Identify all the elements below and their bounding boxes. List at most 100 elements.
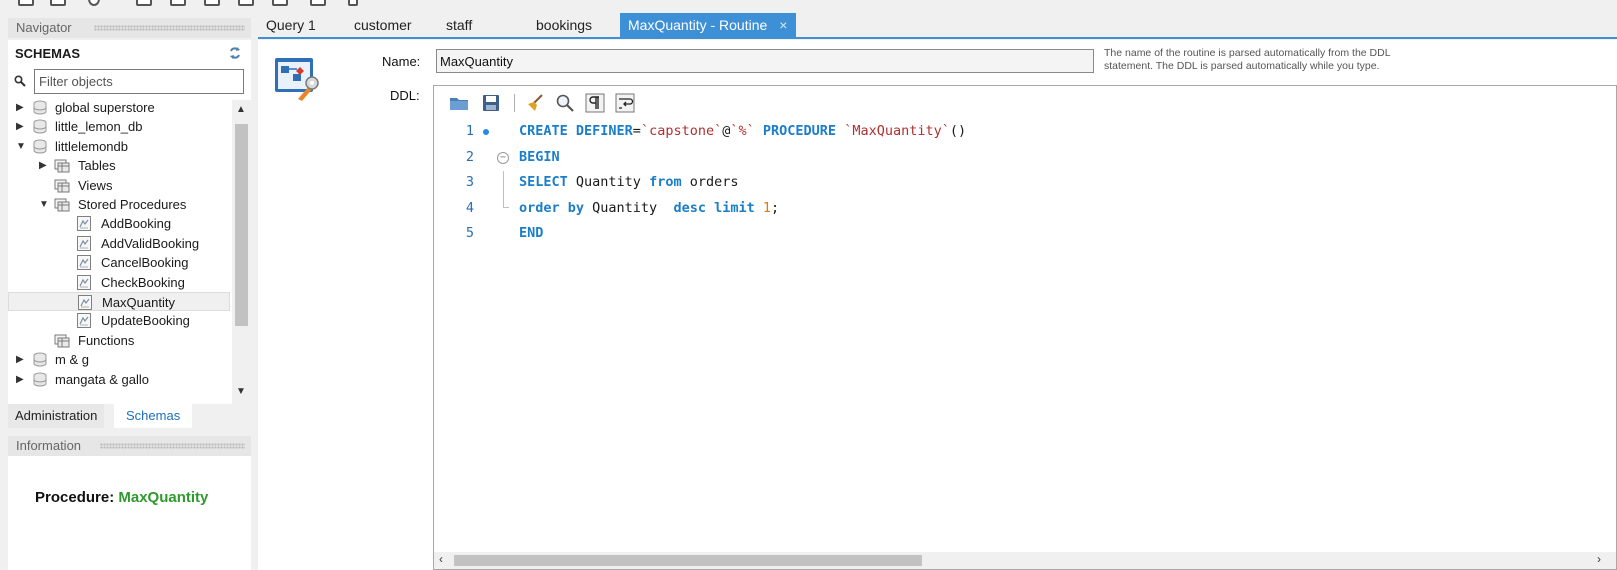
navigator-scrollbar[interactable]: ▲ ▼ xyxy=(232,100,251,404)
information-header: Information xyxy=(8,436,251,456)
ddl-label: DDL: xyxy=(390,88,420,103)
scroll-left-icon[interactable]: ‹ xyxy=(439,552,443,566)
code-area[interactable]: 1 CREATE DEFINER=`capstone`@`%` PROCEDURE… xyxy=(434,119,1614,539)
scroll-up-icon[interactable]: ▲ xyxy=(236,104,246,115)
search-table-icon[interactable] xyxy=(310,0,326,6)
code-token: = xyxy=(632,123,641,139)
procedure-icon xyxy=(76,313,92,329)
tree-item-label: AddBooking xyxy=(101,216,172,232)
new-file-icon[interactable] xyxy=(18,0,34,6)
code-line: 2 − BEGIN xyxy=(434,145,1614,170)
expand-arrow-icon[interactable]: ▼ xyxy=(39,195,51,214)
tab-customer[interactable]: customer xyxy=(346,13,438,37)
search-icon xyxy=(14,75,26,87)
tree-item-tables[interactable]: ▶ Tables xyxy=(8,156,230,175)
info-icon[interactable] xyxy=(88,0,100,6)
ddl-editor[interactable]: 1 CREATE DEFINER=`capstone`@`%` PROCEDURE… xyxy=(433,85,1617,570)
find-icon[interactable] xyxy=(554,92,576,114)
scroll-right-icon[interactable]: › xyxy=(1597,552,1601,566)
create-view-icon[interactable] xyxy=(204,0,220,6)
tree-item-maxquantity[interactable]: MaxQuantity xyxy=(8,292,230,311)
code-token: PROCEDURE xyxy=(762,123,837,139)
horizontal-scrollbar[interactable]: ‹ › xyxy=(434,552,1616,569)
tab-maxquantity-routine[interactable]: MaxQuantity - Routine × xyxy=(620,13,796,37)
open-folder-icon[interactable] xyxy=(448,92,470,114)
tree-item-label: global superstore xyxy=(55,100,155,115)
tree-item-stored-procedures[interactable]: ▼ Stored Procedures xyxy=(8,195,230,214)
folder-icon xyxy=(54,158,70,173)
tree-item-checkbooking[interactable]: CheckBooking xyxy=(8,273,230,292)
tab-label: MaxQuantity - Routine xyxy=(628,17,768,33)
scroll-down-icon[interactable]: ▼ xyxy=(236,386,246,397)
show-invisibles-icon[interactable] xyxy=(584,92,606,114)
navigator-panel: SCHEMAS ▶ global superstore ▶ little_lemon_… xyxy=(8,40,251,404)
code-token: desc limit xyxy=(673,199,755,216)
filter-objects-input[interactable] xyxy=(35,70,243,93)
code-line: 4 order by Quantity desc limit 1; xyxy=(434,196,1614,221)
main-toolbar xyxy=(0,0,1617,10)
collapse-arrow-icon[interactable]: ▶ xyxy=(16,117,28,136)
create-procedure-icon[interactable] xyxy=(238,0,254,6)
tree-item-littlelemondb[interactable]: ▼ littlelemondb xyxy=(8,137,230,156)
close-icon[interactable]: × xyxy=(779,17,787,33)
tree-item-functions[interactable]: Functions xyxy=(8,331,230,350)
line-number: 5 xyxy=(465,225,474,241)
routine-editor: Name: The name of the routine is parsed … xyxy=(258,40,1617,570)
collapse-arrow-icon[interactable]: ▶ xyxy=(39,156,51,175)
tree-item-cancelbooking[interactable]: CancelBooking xyxy=(8,253,230,272)
tree-item-global-superstore[interactable]: ▶ global superstore xyxy=(8,98,230,117)
tree-item-views[interactable]: Views xyxy=(8,176,230,195)
code-text: END xyxy=(519,221,543,246)
refresh-icon[interactable] xyxy=(228,46,242,60)
tree-item-label: Functions xyxy=(78,332,135,348)
tab-query-1[interactable]: Query 1 xyxy=(258,13,346,37)
tree-item-mangata-gallo[interactable]: ▶ mangata & gallo xyxy=(8,370,230,389)
create-table-icon[interactable] xyxy=(170,0,186,6)
expand-arrow-icon[interactable]: ▼ xyxy=(16,137,28,156)
scrollbar-thumb[interactable] xyxy=(235,124,248,326)
navigator-title: Navigator xyxy=(16,20,72,35)
routine-name-input[interactable] xyxy=(437,50,1093,72)
open-file-icon[interactable] xyxy=(50,0,66,6)
tree-item-updatebooking[interactable]: UpdateBooking xyxy=(8,311,230,330)
collapse-arrow-icon[interactable]: ▶ xyxy=(16,370,28,389)
tree-item-label: AddValidBooking xyxy=(101,235,200,251)
tab-administration[interactable]: Administration xyxy=(8,404,105,428)
fold-toggle-icon[interactable]: − xyxy=(497,151,509,164)
save-icon[interactable] xyxy=(480,92,502,114)
code-token: CREATE DEFINER xyxy=(519,123,633,139)
database-icon xyxy=(32,352,48,367)
code-token: `capstone` xyxy=(640,123,723,139)
information-title: Information xyxy=(16,438,82,453)
name-label: Name: xyxy=(382,54,421,69)
tree-item-label: UpdateBooking xyxy=(101,313,190,329)
beautify-broom-icon[interactable] xyxy=(524,92,546,114)
tab-bookings[interactable]: bookings xyxy=(528,13,620,37)
collapse-arrow-icon[interactable]: ▶ xyxy=(16,98,28,117)
grip-handle[interactable] xyxy=(94,25,245,31)
tree-item-label: littlelemondb xyxy=(55,138,128,154)
tree-item-little-lemon-db[interactable]: ▶ little_lemon_db xyxy=(8,117,230,136)
grip-handle[interactable] xyxy=(100,443,245,449)
create-function-icon[interactable] xyxy=(272,0,288,6)
word-wrap-icon[interactable] xyxy=(614,92,636,114)
reconnect-icon[interactable] xyxy=(348,0,358,6)
tab-staff[interactable]: staff xyxy=(438,13,528,37)
create-schema-icon[interactable] xyxy=(136,0,152,6)
tab-label: staff xyxy=(446,17,473,33)
line-number: 3 xyxy=(465,174,474,190)
tab-schemas[interactable]: Schemas xyxy=(114,404,193,428)
code-token: Quantity xyxy=(584,199,674,216)
tree-item-addbooking[interactable]: AddBooking xyxy=(8,214,230,233)
scrollbar-thumb[interactable] xyxy=(454,555,922,566)
code-token: order by xyxy=(519,199,585,216)
code-text: CREATE DEFINER=`capstone`@`%` PROCEDURE … xyxy=(519,119,966,144)
collapse-arrow-icon[interactable]: ▶ xyxy=(16,350,28,369)
tree-item-label: CheckBooking xyxy=(101,274,185,290)
code-line: 1 CREATE DEFINER=`capstone`@`%` PROCEDURE… xyxy=(434,119,1614,144)
tree-item-m-g[interactable]: ▶ m & g xyxy=(8,350,230,369)
procedure-icon xyxy=(76,255,92,271)
tree-item-addvalidbooking[interactable]: AddValidBooking xyxy=(8,234,230,253)
